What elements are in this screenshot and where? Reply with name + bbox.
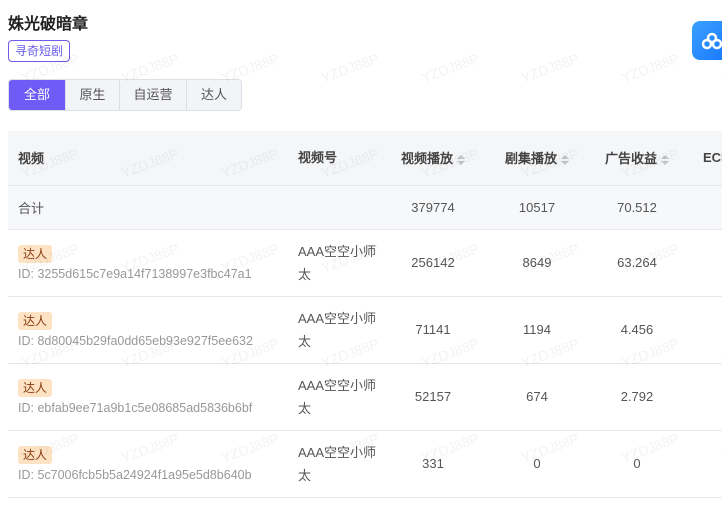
table-row: 达人 ID: 3255d615c7e9a14f7138997e3fbc47a1 A… — [8, 229, 722, 297]
page-title: 姝光破暗章 — [8, 16, 89, 33]
sort-icon[interactable] — [457, 154, 465, 165]
episode-plays: 8649 — [483, 229, 591, 297]
watermark: YZDJ88P — [419, 50, 481, 86]
tab-self-operated[interactable]: 自运营 — [119, 80, 186, 110]
sort-icon[interactable] — [561, 154, 569, 165]
header-episode-plays[interactable]: 剧集播放 — [483, 131, 591, 186]
ecpm — [683, 363, 722, 431]
tab-native[interactable]: 原生 — [65, 80, 119, 110]
header-video-plays[interactable]: 视频播放 — [383, 131, 483, 186]
episode-plays: 0 — [483, 430, 591, 498]
sum-video-plays: 379774 — [383, 185, 483, 230]
cloud-app-icon[interactable] — [692, 21, 722, 60]
watermark: YZDJ88P — [619, 50, 681, 86]
account-name: AAA空空小师太 — [288, 296, 383, 364]
video-id: ID: 5c7006fcb5b5a24924f1a95e5d8b640b — [18, 467, 252, 482]
summary-row: 合计 379774 10517 70.512 — [8, 185, 722, 230]
header-ecpm: ECPM — [683, 131, 722, 186]
ecpm — [683, 229, 722, 297]
video-cell: 达人 ID: 8d80045b29fa0dd65eb93e927f5ee632 — [8, 296, 288, 364]
account-name: AAA空空小师太 — [288, 363, 383, 431]
drama-source-tag: 寻奇短剧 — [8, 40, 71, 62]
table-row: 达人 ID: 5c7006fcb5b5a24924f1a95e5d8b640b A… — [8, 430, 722, 498]
sort-icon[interactable] — [661, 154, 669, 165]
video-id: ID: ebfab9ee71a9b1c5e08685ad5836b6bf — [18, 400, 253, 415]
filter-tabs: 全部 原生 自运营 达人 — [8, 79, 242, 111]
table-row: 达人 ID: ebfab9ee71a9b1c5e08685ad5836b6bf A… — [8, 363, 722, 431]
tab-influencer[interactable]: 达人 — [186, 80, 241, 110]
video-plays: 52157 — [383, 363, 483, 431]
sum-ad-revenue: 70.512 — [591, 185, 683, 230]
video-plays: 331 — [383, 430, 483, 498]
ecpm — [683, 296, 722, 364]
header-video: 视频 — [8, 131, 288, 186]
sum-episode-plays: 10517 — [483, 185, 591, 230]
ad-revenue: 0 — [591, 430, 683, 498]
tab-all[interactable]: 全部 — [9, 80, 65, 110]
video-cell: 达人 ID: 5c7006fcb5b5a24924f1a95e5d8b640b — [8, 430, 288, 498]
account-name: AAA空空小师太 — [288, 430, 383, 498]
creator-type-badge: 达人 — [18, 311, 53, 330]
creator-type-badge: 达人 — [18, 378, 53, 397]
episode-plays: 1194 — [483, 296, 591, 364]
summary-label: 合计 — [8, 185, 288, 230]
ecpm — [683, 430, 722, 498]
header-label: 剧集播放 — [504, 151, 557, 167]
video-plays: 256142 — [383, 229, 483, 297]
empty-cell — [288, 185, 383, 230]
episode-plays: 674 — [483, 363, 591, 431]
ad-revenue: 4.456 — [591, 296, 683, 364]
ad-revenue: 2.792 — [591, 363, 683, 431]
header-ad-revenue[interactable]: 广告收益 — [591, 131, 683, 186]
creator-type-badge: 达人 — [18, 445, 53, 464]
empty-cell — [683, 185, 722, 230]
header-label: 视频播放 — [400, 151, 453, 167]
video-id: ID: 8d80045b29fa0dd65eb93e927f5ee632 — [18, 333, 253, 348]
video-id: ID: 3255d615c7e9a14f7138997e3fbc47a1 — [18, 266, 252, 281]
table-row: 达人 ID: 8d80045b29fa0dd65eb93e927f5ee632 A… — [8, 296, 722, 364]
creator-type-badge: 达人 — [18, 244, 53, 263]
video-cell: 达人 ID: ebfab9ee71a9b1c5e08685ad5836b6bf — [8, 363, 288, 431]
video-plays: 71141 — [383, 296, 483, 364]
account-name: AAA空空小师太 — [288, 229, 383, 297]
header-account: 视频号 — [288, 131, 383, 186]
watermark: YZDJ88P — [319, 50, 381, 86]
header-label: 广告收益 — [604, 151, 657, 167]
video-cell: 达人 ID: 3255d615c7e9a14f7138997e3fbc47a1 — [8, 229, 288, 297]
ad-revenue: 63.264 — [591, 229, 683, 297]
video-stats-table: 视频 视频号 视频播放 剧集播放 广告收益 ECPM 合计 379774 105… — [8, 131, 722, 498]
watermark: YZDJ88P — [519, 50, 581, 86]
